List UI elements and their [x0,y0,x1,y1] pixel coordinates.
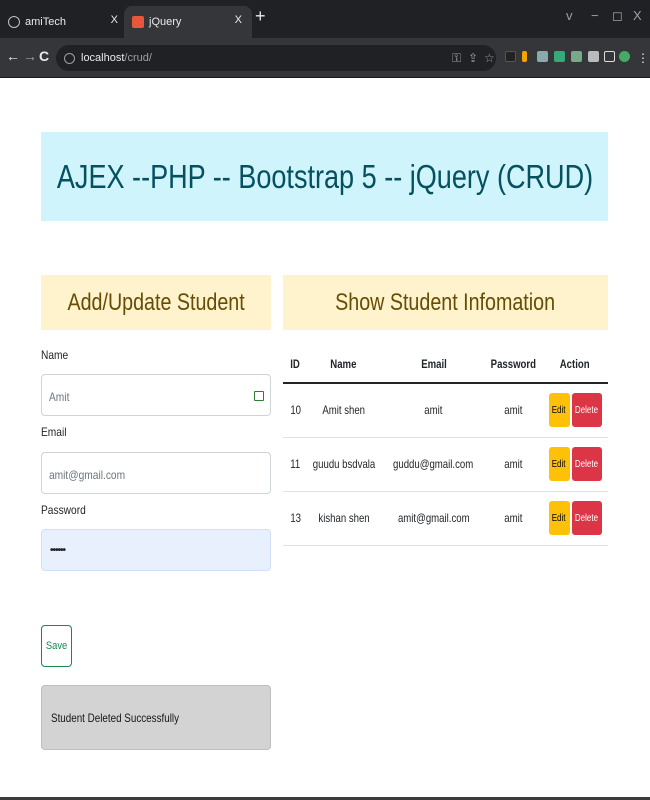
cell-action: Edit Delete [542,491,608,546]
column-header-name: Name [304,345,383,384]
column-header-id: ID [283,345,305,384]
url-path: /crud/ [124,52,152,64]
jquery-favicon-icon [132,16,144,28]
cell-password: amit [484,437,543,492]
page-banner: AJEX --PHP -- Bootstrap 5 -- jQuery (CRU… [41,132,608,221]
close-tab-icon[interactable]: X [235,14,242,26]
address-bar: ← → C localhost/crud/ ⚿ ⇪ ☆ ⋮ [0,38,650,78]
cell-password: amit [484,383,543,438]
save-button[interactable]: Save [41,625,72,667]
cell-password: amit [484,491,543,546]
reload-button[interactable]: C [39,48,49,64]
cell-action: Edit Delete [542,383,608,438]
cell-name: Amit shen [304,383,383,438]
table-header-row: ID Name Email Password Action [283,345,608,384]
tab-title: amiTech [25,16,66,28]
bookmark-star-icon[interactable]: ☆ [484,51,495,65]
cell-action: Edit Delete [542,437,608,492]
cell-email: amit@gmail.com [382,491,485,546]
tab-amitech[interactable]: amiTech X [0,6,128,38]
students-table: ID Name Email Password Action 10 Amit sh… [283,345,608,546]
cell-email: guddu@gmail.com [382,437,485,492]
close-tab-icon[interactable]: X [111,14,118,26]
table-row: 11 guudu bsdvala guddu@gmail.com amit Ed… [283,437,608,492]
extension-icon[interactable] [537,51,548,62]
extension-icon[interactable] [554,51,565,62]
save-label: Save [45,640,68,652]
minimize-button[interactable]: − [591,8,599,23]
edit-button[interactable]: Edit [548,393,570,428]
email-input[interactable] [41,452,271,494]
cell-id: 13 [283,491,305,546]
browser-tab-bar: amiTech X jQuery X + v − ◻ X [0,0,650,38]
puzzle-extensions-icon[interactable] [588,51,599,62]
table-heading-box: Show Student Infomation [283,275,608,330]
maximize-button[interactable]: ◻ [612,8,623,24]
extension-icon[interactable] [522,51,527,62]
name-label: Name [41,348,69,362]
form-heading-box: Add/Update Student [41,275,271,330]
password-label: Password [41,503,86,517]
delete-button[interactable]: Delete [571,501,602,535]
back-button[interactable]: ← [6,48,20,64]
name-input[interactable] [41,374,271,416]
column-header-action: Action [542,345,608,384]
status-alert: Student Deleted Successfully [41,685,271,750]
column-header-password: Password [484,345,543,384]
key-icon[interactable]: ⚿ [452,51,461,66]
menu-kebab-icon[interactable]: ⋮ [637,51,649,65]
close-window-button[interactable]: X [633,8,642,23]
url-host: localhost [81,52,125,64]
tab-jquery[interactable]: jQuery X [124,6,252,38]
page-title: AJEX --PHP -- Bootstrap 5 -- jQuery (CRU… [56,157,593,195]
tab-search-icon[interactable]: v [566,8,573,23]
table-heading: Show Student Infomation [335,288,556,316]
cell-name: kishan shen [304,491,383,546]
forward-button[interactable]: → [23,48,37,64]
cell-id: 10 [283,383,305,438]
globe-icon [8,16,20,28]
share-icon[interactable]: ⇪ [468,51,478,65]
url-input[interactable]: localhost/crud/ [56,45,496,71]
cell-email: amit [382,383,485,438]
table-row: 13 kishan shen amit@gmail.com amit Edit D… [283,491,608,546]
avatar[interactable] [619,51,630,62]
edit-button[interactable]: Edit [548,501,570,535]
new-tab-button[interactable]: + [255,6,266,27]
extension-icon[interactable] [505,51,516,62]
tab-title: jQuery [149,16,182,28]
page-content: AJEX --PHP -- Bootstrap 5 -- jQuery (CRU… [0,78,650,800]
password-input[interactable]: •••••• [41,529,271,571]
delete-button[interactable]: Delete [571,393,602,428]
table-row: 10 Amit shen amit amit Edit Delete [283,383,608,438]
cell-name: guudu bsdvala [304,437,383,492]
extension-icon[interactable] [571,51,582,62]
delete-button[interactable]: Delete [571,447,602,481]
cell-id: 11 [283,437,305,492]
form-heading: Add/Update Student [67,288,245,316]
sidepanel-icon[interactable] [604,51,615,62]
alert-message: Student Deleted Successfully [51,710,179,725]
autofill-icon[interactable] [254,391,264,401]
email-label: Email [41,425,67,439]
site-info-icon[interactable] [64,52,75,64]
password-value: •••••• [50,544,66,556]
column-header-email: Email [382,345,485,384]
edit-button[interactable]: Edit [548,447,570,481]
